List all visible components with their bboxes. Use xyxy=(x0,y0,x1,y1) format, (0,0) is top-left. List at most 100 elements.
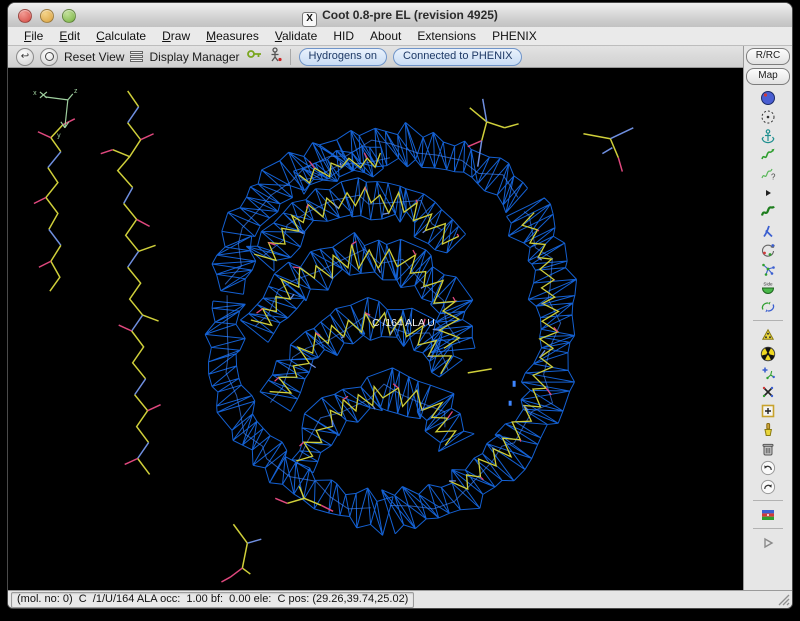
undo-view-button[interactable]: ↩ xyxy=(16,48,34,66)
coot-window: X Coot 0.8-pre EL (revision 4925) FileEdi… xyxy=(7,2,793,609)
tool-play-button[interactable] xyxy=(755,533,781,552)
person-icon[interactable] xyxy=(269,47,282,67)
rotamers-icon xyxy=(760,261,776,277)
menu-item-extensions[interactable]: Extensions xyxy=(409,29,484,43)
tool-undo-button[interactable] xyxy=(755,458,781,477)
tool-rigid-body-button[interactable] xyxy=(755,202,781,221)
target-icon xyxy=(45,52,54,61)
play-icon xyxy=(760,535,776,551)
graphics-canvas[interactable]: x z y C /164 ALA U xyxy=(8,68,743,590)
right-toolbar: R/RC Map ? Side xyxy=(743,46,792,590)
tool-edit-chi-button[interactable]: Side xyxy=(755,278,781,297)
hydrogens-toggle-button[interactable]: Hydrogens on xyxy=(299,48,388,66)
phenix-connection-button[interactable]: Connected to PHENIX xyxy=(393,48,522,66)
menu-item-measures[interactable]: Measures xyxy=(198,29,267,43)
mutate-autofit-icon xyxy=(760,346,776,362)
axis-x-label: x xyxy=(33,90,37,97)
menu-item-draw[interactable]: Draw xyxy=(154,29,198,43)
density-speck xyxy=(513,381,516,387)
traffic-lights xyxy=(18,9,76,23)
menu-item-edit[interactable]: Edit xyxy=(51,29,88,43)
reset-view-button[interactable]: Reset View xyxy=(64,50,124,64)
refine-zone-icon xyxy=(760,147,776,163)
density-speck xyxy=(509,401,512,406)
small-arrow-icon xyxy=(760,185,776,201)
tool-anchor-button[interactable] xyxy=(755,126,781,145)
tool-rotate-translate-button[interactable] xyxy=(755,221,781,240)
rrc-button[interactable]: R/RC xyxy=(746,48,790,65)
rigid-body-icon xyxy=(760,204,776,220)
delete-item-icon xyxy=(760,441,776,457)
simple-mutate-icon xyxy=(760,384,776,400)
tool-mutate-autofit-button[interactable] xyxy=(755,344,781,363)
tool-add-alt-conf-button[interactable] xyxy=(755,363,781,382)
resize-grip[interactable] xyxy=(777,593,790,606)
key-icon[interactable] xyxy=(246,47,263,66)
svg-text:Side: Side xyxy=(763,281,773,286)
window-title-text: Coot 0.8-pre EL (revision 4925) xyxy=(322,8,498,22)
map-button[interactable]: Map xyxy=(746,68,790,85)
rotate-translate-icon xyxy=(760,223,776,239)
tool-simple-mutate-button[interactable] xyxy=(755,382,781,401)
molecule-scene: x z y C /164 ALA U xyxy=(8,68,743,590)
tool-redo-button[interactable] xyxy=(755,477,781,496)
recenter-view-button[interactable] xyxy=(40,48,58,66)
axis-y-label: y xyxy=(57,133,61,140)
tool-small-arrow-button[interactable] xyxy=(755,183,781,202)
dashed-circle-icon xyxy=(760,109,776,125)
axis-z-label: z xyxy=(74,88,78,95)
menu-item-about[interactable]: About xyxy=(362,29,409,43)
tool-add-terminal-residue-button[interactable] xyxy=(755,325,781,344)
add-alt-conf-icon xyxy=(760,365,776,381)
window-title: X Coot 0.8-pre EL (revision 4925) xyxy=(8,3,792,27)
display-manager-icon xyxy=(130,51,143,62)
desktop: X Coot 0.8-pre EL (revision 4925) FileEdi… xyxy=(0,0,800,621)
tool-dashed-circle-button[interactable] xyxy=(755,107,781,126)
status-text: (mol. no: 0) C /1/U/164 ALA occ: 1.00 bf… xyxy=(11,592,414,608)
svg-text:?: ? xyxy=(771,172,776,181)
menu-item-calculate[interactable]: Calculate xyxy=(88,29,154,43)
main-toolbar: ↩ Reset View Display Manager Hydrogens o… xyxy=(8,46,743,68)
tool-globe-button[interactable] xyxy=(755,88,781,107)
minimize-window-button[interactable] xyxy=(40,9,54,23)
close-window-button[interactable] xyxy=(18,9,32,23)
flip-peptide-icon xyxy=(760,299,776,315)
tool-delete-item-button[interactable] xyxy=(755,439,781,458)
tool-run-refmac-button[interactable] xyxy=(755,505,781,524)
place-atom-icon xyxy=(760,403,776,419)
right-toolbar-icon-stack: ? Side xyxy=(753,88,783,552)
menu-bar: FileEditCalculateDrawMeasuresValidateHID… xyxy=(8,27,792,46)
title-bar[interactable]: X Coot 0.8-pre EL (revision 4925) xyxy=(8,3,792,28)
undo-icon xyxy=(760,460,776,476)
menu-item-hid[interactable]: HID xyxy=(325,29,362,43)
right-toolbar-separator xyxy=(753,500,783,501)
menu-item-validate[interactable]: Validate xyxy=(267,29,326,43)
tool-flip-peptide-button[interactable] xyxy=(755,297,781,316)
display-manager-button[interactable]: Display Manager xyxy=(149,50,239,64)
back-arrow-icon: ↩ xyxy=(21,52,29,62)
menu-item-phenix[interactable]: PHENIX xyxy=(484,29,545,43)
zoom-window-button[interactable] xyxy=(62,9,76,23)
right-toolbar-separator xyxy=(753,528,783,529)
tool-paintbrush-button[interactable] xyxy=(755,420,781,439)
run-refmac-icon xyxy=(760,507,776,523)
edit-chi-icon: Side xyxy=(760,280,776,296)
tool-auto-fit-rotamer-button[interactable] xyxy=(755,240,781,259)
globe-icon xyxy=(760,90,776,106)
tool-rotamers-button[interactable] xyxy=(755,259,781,278)
atom-label: C /164 ALA U xyxy=(372,318,435,329)
tool-regularize-zone-button[interactable]: ? xyxy=(755,164,781,183)
anchor-icon xyxy=(760,128,776,144)
add-terminal-residue-icon xyxy=(760,327,776,343)
tool-refine-zone-button[interactable] xyxy=(755,145,781,164)
regularize-zone-icon: ? xyxy=(760,166,776,182)
x11-app-icon: X xyxy=(302,12,317,27)
status-bar: (mol. no: 0) C /1/U/164 ALA occ: 1.00 bf… xyxy=(8,590,792,608)
toolbar-separator xyxy=(290,49,291,65)
menu-item-file[interactable]: File xyxy=(16,29,51,43)
tool-place-atom-button[interactable] xyxy=(755,401,781,420)
paintbrush-icon xyxy=(760,422,776,438)
redo-icon xyxy=(760,479,776,495)
auto-fit-rotamer-icon xyxy=(760,242,776,258)
right-toolbar-separator xyxy=(753,320,783,321)
